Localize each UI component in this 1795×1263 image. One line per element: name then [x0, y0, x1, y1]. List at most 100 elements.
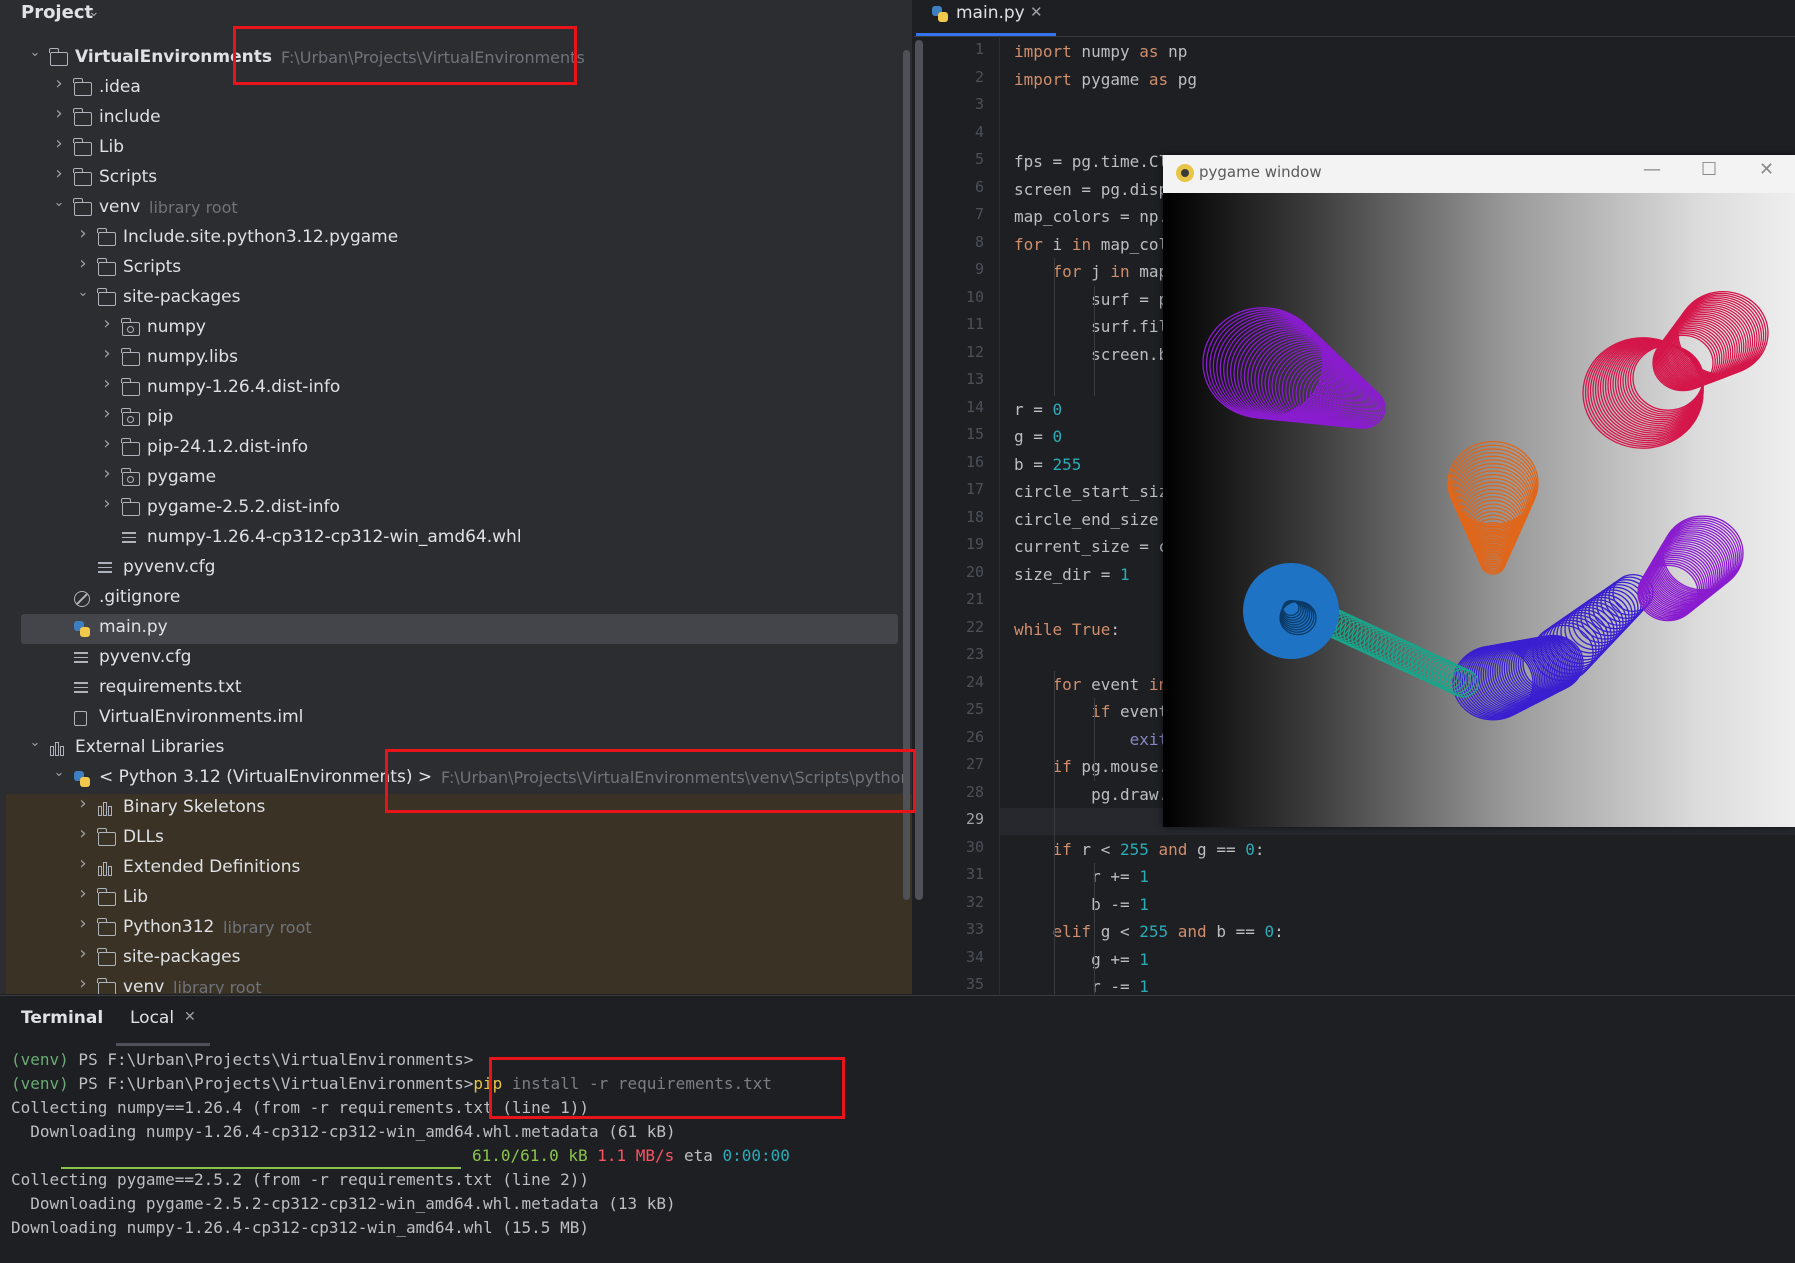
pygame-window[interactable]: pygame window — ☐ ✕	[1163, 155, 1795, 827]
venv-indicator: (venv)	[11, 1050, 69, 1069]
chevron-right-icon[interactable]: ›	[76, 915, 90, 933]
tab-local[interactable]: Local ✕	[116, 996, 210, 1046]
chevron-right-icon[interactable]: ›	[100, 315, 114, 333]
tree-item[interactable]: › Python312 library root	[6, 914, 912, 944]
module-file-icon	[74, 711, 87, 726]
chevron-right-icon[interactable]: ›	[76, 885, 90, 903]
chevron-down-icon[interactable]: ⌄	[28, 736, 42, 750]
chevron-down-icon[interactable]: ⌄	[76, 286, 90, 300]
tree-item[interactable]: › Scripts	[0, 254, 905, 284]
project-header[interactable]: Project ⌄	[0, 0, 912, 28]
tree-item[interactable]: pyvenv.cfg	[0, 644, 905, 674]
tree-item-label: < Python 3.12 (VirtualEnvironments) >	[99, 767, 433, 787]
chevron-right-icon[interactable]: ›	[100, 345, 114, 363]
tree-item[interactable]: main.py	[21, 614, 898, 644]
tree-item[interactable]: › include	[0, 104, 905, 134]
chevron-right-icon[interactable]: ›	[76, 795, 90, 813]
tree-item[interactable]: VirtualEnvironments.iml	[0, 704, 905, 734]
terminal-title[interactable]: Terminal	[21, 1008, 103, 1028]
pygame-canvas[interactable]	[1163, 193, 1795, 827]
tree-item[interactable]: › Include.site.python3.12.pygame	[0, 224, 905, 254]
project-panel: Project ⌄ ⌄ VirtualEnvironments F:\Urban\P…	[0, 0, 912, 994]
chevron-right-icon[interactable]: ›	[100, 495, 114, 513]
tab-label: main.py	[956, 3, 1025, 23]
chevron-down-icon[interactable]: ⌄	[28, 46, 42, 60]
tree-item[interactable]: › pip-24.1.2.dist-info	[0, 434, 905, 464]
chevron-right-icon[interactable]: ›	[100, 405, 114, 423]
tree-item[interactable]: › numpy-1.26.4.dist-info	[0, 374, 905, 404]
tree-item[interactable]: › Scripts	[0, 164, 905, 194]
tree-item[interactable]: › Lib	[6, 884, 912, 914]
tree-item[interactable]: › pygame	[0, 464, 905, 494]
chevron-right-icon[interactable]: ›	[100, 435, 114, 453]
tree-item-label: pip	[147, 407, 174, 427]
pygame-window-title: pygame window	[1199, 163, 1322, 181]
tree-item-label: Lib	[123, 887, 148, 907]
tree-item[interactable]: numpy-1.26.4-cp312-cp312-win_amd64.whl	[0, 524, 905, 554]
highlight-box-project-path	[233, 26, 577, 85]
tree-item-label: Lib	[99, 137, 124, 157]
terminal-line: Downloading numpy-1.26.4-cp312-cp312-win…	[11, 1218, 589, 1237]
chevron-right-icon[interactable]: ›	[76, 825, 90, 843]
chevron-right-icon[interactable]: ›	[52, 105, 66, 123]
tree-item[interactable]: › DLLs	[6, 824, 912, 854]
indent-guide	[1054, 670, 1055, 836]
indent-guide	[1054, 835, 1055, 994]
maximize-button[interactable]: ☐	[1701, 159, 1717, 180]
tree-item-label: numpy.libs	[147, 347, 239, 367]
tree-item-label: Binary Skeletons	[123, 797, 266, 817]
tree-item[interactable]: › Extended Definitions	[6, 854, 912, 884]
folder-icon	[121, 378, 140, 396]
folder-icon	[97, 888, 116, 906]
text-file-icon	[98, 562, 112, 576]
tree-item-label: DLLs	[123, 827, 164, 847]
chevron-right-icon[interactable]: ›	[76, 975, 90, 993]
chevron-down-icon[interactable]: ⌄	[88, 4, 100, 20]
pygame-titlebar[interactable]: pygame window — ☐ ✕	[1163, 155, 1795, 193]
tree-item[interactable]: › numpy	[0, 314, 905, 344]
tree-item[interactable]: .gitignore	[0, 584, 905, 614]
progress-eta-label: eta	[683, 1146, 713, 1165]
tree-item-label: Scripts	[123, 257, 182, 277]
tree-item[interactable]: › Lib	[0, 134, 905, 164]
chevron-right-icon[interactable]: ›	[76, 225, 90, 243]
folder-icon	[73, 198, 92, 216]
chevron-right-icon[interactable]: ›	[52, 135, 66, 153]
progress-size: 61.0/61.0 kB	[472, 1146, 588, 1165]
chevron-down-icon[interactable]: ⌄	[52, 196, 66, 210]
tree-item[interactable]: › pip	[0, 404, 905, 434]
chevron-right-icon[interactable]: ›	[52, 75, 66, 93]
code-line: r -= 1	[1014, 977, 1149, 994]
tree-item[interactable]: › numpy.libs	[0, 344, 905, 374]
folder-icon	[73, 138, 92, 156]
chevron-right-icon[interactable]: ›	[100, 465, 114, 483]
progress-speed: 1.1 MB/s	[597, 1146, 675, 1165]
code-line: import pygame as pg	[1014, 69, 1198, 89]
chevron-right-icon[interactable]: ›	[76, 255, 90, 273]
tree-item[interactable]: requirements.txt	[0, 674, 905, 704]
tree-item[interactable]: pyvenv.cfg	[0, 554, 905, 584]
folder-icon	[49, 48, 68, 66]
close-button[interactable]: ✕	[1759, 159, 1774, 180]
close-icon[interactable]: ✕	[1030, 3, 1043, 21]
tree-item[interactable]: ⌄ site-packages	[0, 284, 905, 314]
ignore-file-icon	[74, 591, 90, 607]
chevron-right-icon[interactable]: ›	[52, 165, 66, 183]
tree-item[interactable]: › site-packages	[6, 944, 912, 974]
chevron-down-icon[interactable]: ⌄	[52, 766, 66, 780]
tree-item[interactable]: ⌄ venv library root	[0, 194, 905, 224]
text-file-icon	[74, 682, 88, 696]
tree-item[interactable]: › pygame-2.5.2.dist-info	[0, 494, 905, 524]
tab-main-py[interactable]: main.py ✕	[914, 0, 1058, 36]
code-line: import numpy as np	[1014, 42, 1188, 61]
package-icon	[121, 468, 140, 486]
chevron-right-icon[interactable]: ›	[76, 855, 90, 873]
indent-guide	[1054, 258, 1055, 396]
close-icon[interactable]: ✕	[184, 1009, 196, 1025]
chevron-right-icon[interactable]: ›	[76, 945, 90, 963]
terminal-line: Downloading numpy-1.26.4-cp312-cp312-win…	[11, 1122, 676, 1141]
tree-item[interactable]: › venv library root	[6, 974, 912, 994]
minimize-button[interactable]: —	[1643, 159, 1661, 180]
project-title[interactable]: Project	[21, 2, 93, 23]
chevron-right-icon[interactable]: ›	[100, 375, 114, 393]
